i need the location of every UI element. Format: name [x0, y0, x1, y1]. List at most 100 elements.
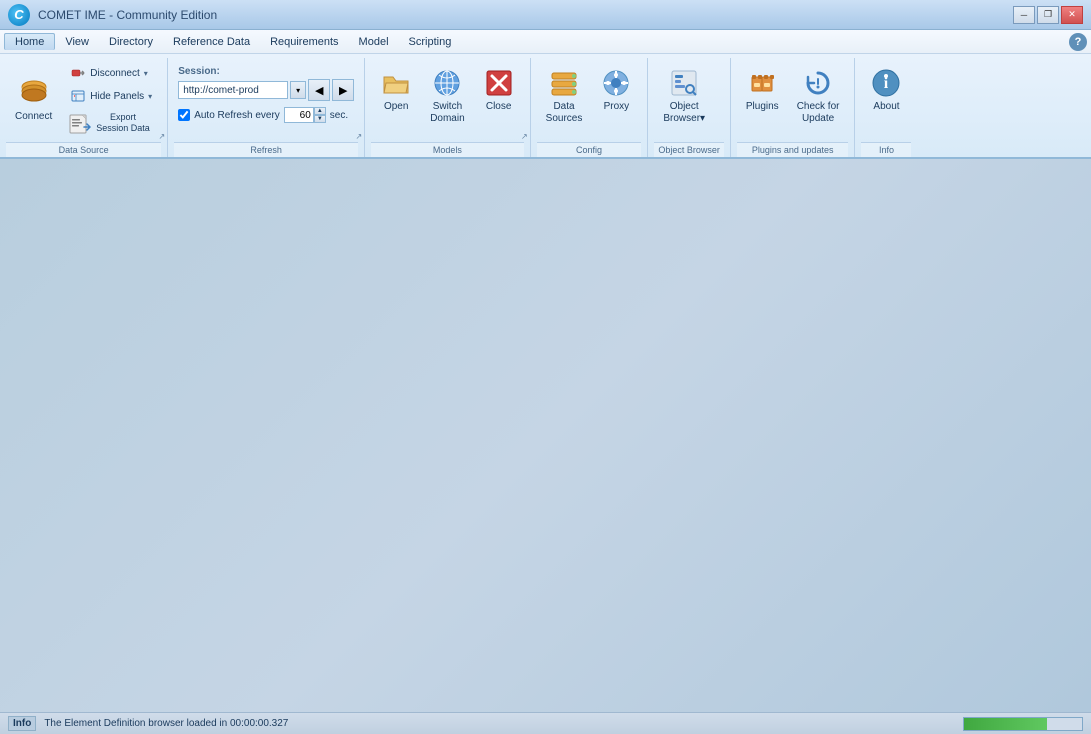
hide-panels-label: Hide Panels — [90, 91, 144, 102]
sec-label: sec. — [330, 110, 348, 121]
session-forward-button[interactable]: ▶ — [332, 79, 354, 101]
connect-button[interactable]: Connect — [8, 72, 59, 128]
close-model-button[interactable]: Close — [476, 62, 522, 118]
disconnect-icon — [70, 65, 86, 81]
models-items: Open SwitchDomain — [371, 58, 523, 142]
data-source-group-label: Data Source — [6, 142, 161, 157]
close-model-icon — [483, 67, 515, 99]
title-bar-left: COMET IME - Community Edition — [8, 4, 217, 26]
status-message: The Element Definition browser loaded in… — [44, 718, 955, 729]
hide-panels-button[interactable]: Hide Panels ▾ — [63, 85, 159, 107]
menu-bar: Home View Directory Reference Data Requi… — [0, 30, 1091, 54]
object-browser-icon — [668, 67, 700, 99]
models-group-label: Models — [371, 142, 523, 157]
app-title: COMET IME - Community Edition — [38, 8, 217, 22]
status-info-label: Info — [8, 716, 36, 731]
ribbon: Connect Disconnect ▾ — [0, 54, 1091, 159]
refresh-items: Session: ▾ ◀ ▶ Auto Refresh every — [174, 58, 358, 142]
data-sources-icon — [548, 67, 580, 99]
plugins-icon — [746, 67, 778, 99]
ribbon-group-refresh: Session: ▾ ◀ ▶ Auto Refresh every — [168, 58, 365, 157]
disconnect-label: Disconnect — [90, 68, 139, 79]
proxy-label: Proxy — [604, 101, 630, 113]
auto-refresh-value[interactable] — [284, 107, 314, 123]
plugins-button[interactable]: Plugins — [739, 62, 786, 118]
menu-item-requirements[interactable]: Requirements — [260, 34, 348, 50]
main-content — [0, 159, 1091, 712]
auto-refresh-checkbox[interactable] — [178, 109, 190, 121]
help-icon[interactable]: ? — [1069, 33, 1087, 51]
about-button[interactable]: i About — [863, 62, 909, 118]
disconnect-dropdown-arrow: ▾ — [144, 69, 148, 78]
ribbon-group-models: Open SwitchDomain — [365, 58, 530, 157]
plugins-label: Plugins — [746, 101, 779, 113]
close-model-label: Close — [486, 101, 512, 113]
data-sources-button[interactable]: DataSources — [539, 62, 590, 130]
data-sources-label: DataSources — [546, 101, 583, 125]
info-items: i About — [861, 58, 911, 142]
progress-bar — [963, 717, 1083, 731]
open-button[interactable]: Open — [373, 62, 419, 118]
progress-area — [963, 717, 1083, 731]
connect-label: Connect — [15, 111, 52, 123]
spinner-buttons: ▲ ▼ — [314, 107, 326, 123]
progress-bar-fill — [964, 718, 1047, 730]
connect-icon — [18, 77, 50, 109]
info-group-label: Info — [861, 142, 911, 157]
check-update-label: Check forUpdate — [797, 101, 840, 125]
status-bar: Info The Element Definition browser load… — [0, 712, 1091, 734]
spinner-down-button[interactable]: ▼ — [314, 115, 326, 123]
title-bar: COMET IME - Community Edition ─ ❐ ✕ — [0, 0, 1091, 30]
hide-panels-icon — [70, 88, 86, 104]
plugins-items: Plugins Check forUpdate — [737, 58, 849, 142]
config-group-label: Config — [537, 142, 642, 157]
menu-item-view[interactable]: View — [55, 34, 99, 50]
session-input[interactable] — [178, 81, 288, 99]
check-update-button[interactable]: Check forUpdate — [790, 62, 847, 130]
export-session-icon — [68, 111, 92, 135]
refresh-expand-icon[interactable]: ↗ — [355, 132, 362, 141]
session-dropdown: ▾ ◀ ▶ — [178, 79, 354, 101]
models-expand-icon[interactable]: ↗ — [521, 132, 528, 141]
menu-item-model[interactable]: Model — [349, 34, 399, 50]
data-source-expand-icon[interactable]: ↗ — [158, 132, 165, 141]
refresh-group-label: Refresh — [174, 142, 358, 157]
open-label: Open — [384, 101, 408, 113]
object-browser-items: ObjectBrowser▾ — [654, 58, 724, 142]
export-session-label: ExportSession Data — [96, 112, 150, 134]
data-source-items: Connect Disconnect ▾ — [6, 58, 161, 142]
minimize-button[interactable]: ─ — [1013, 6, 1035, 24]
hide-panels-dropdown-arrow: ▾ — [148, 92, 152, 101]
export-session-button[interactable]: ExportSession Data — [63, 108, 159, 138]
menu-item-scripting[interactable]: Scripting — [399, 34, 462, 50]
proxy-button[interactable]: Proxy — [593, 62, 639, 118]
switch-domain-button[interactable]: SwitchDomain — [423, 62, 471, 130]
restore-button[interactable]: ❐ — [1037, 6, 1059, 24]
menu-item-home[interactable]: Home — [4, 33, 55, 50]
menu-item-reference-data[interactable]: Reference Data — [163, 34, 260, 50]
object-browser-label: ObjectBrowser▾ — [663, 101, 705, 125]
close-button[interactable]: ✕ — [1061, 6, 1083, 24]
switch-domain-label: SwitchDomain — [430, 101, 464, 125]
disconnect-button[interactable]: Disconnect ▾ — [63, 62, 159, 84]
ribbon-group-config: DataSources Proxy Config — [531, 58, 649, 157]
plugins-group-label: Plugins and updates — [737, 142, 849, 157]
object-browser-group-label: Object Browser — [654, 142, 724, 157]
app-icon — [8, 4, 30, 26]
auto-refresh-label: Auto Refresh every — [194, 110, 280, 121]
spinner-up-button[interactable]: ▲ — [314, 107, 326, 115]
config-items: DataSources Proxy — [537, 58, 642, 142]
session-back-button[interactable]: ◀ — [308, 79, 330, 101]
auto-refresh-row: Auto Refresh every ▲ ▼ sec. — [178, 107, 354, 123]
session-refresh-buttons: ◀ ▶ — [308, 79, 354, 101]
about-label: About — [873, 101, 899, 113]
about-icon: i — [870, 67, 902, 99]
session-dropdown-arrow[interactable]: ▾ — [290, 81, 306, 99]
proxy-icon — [600, 67, 632, 99]
menu-item-directory[interactable]: Directory — [99, 34, 163, 50]
object-browser-button[interactable]: ObjectBrowser▾ — [656, 62, 712, 130]
ribbon-group-plugins: Plugins Check forUpdate Plugins and upda… — [731, 58, 856, 157]
window-controls: ─ ❐ ✕ — [1013, 6, 1083, 24]
session-area: Session: ▾ ◀ ▶ Auto Refresh every — [176, 62, 356, 127]
data-source-small-buttons: Disconnect ▾ Hide Panels ▾ — [63, 62, 159, 138]
